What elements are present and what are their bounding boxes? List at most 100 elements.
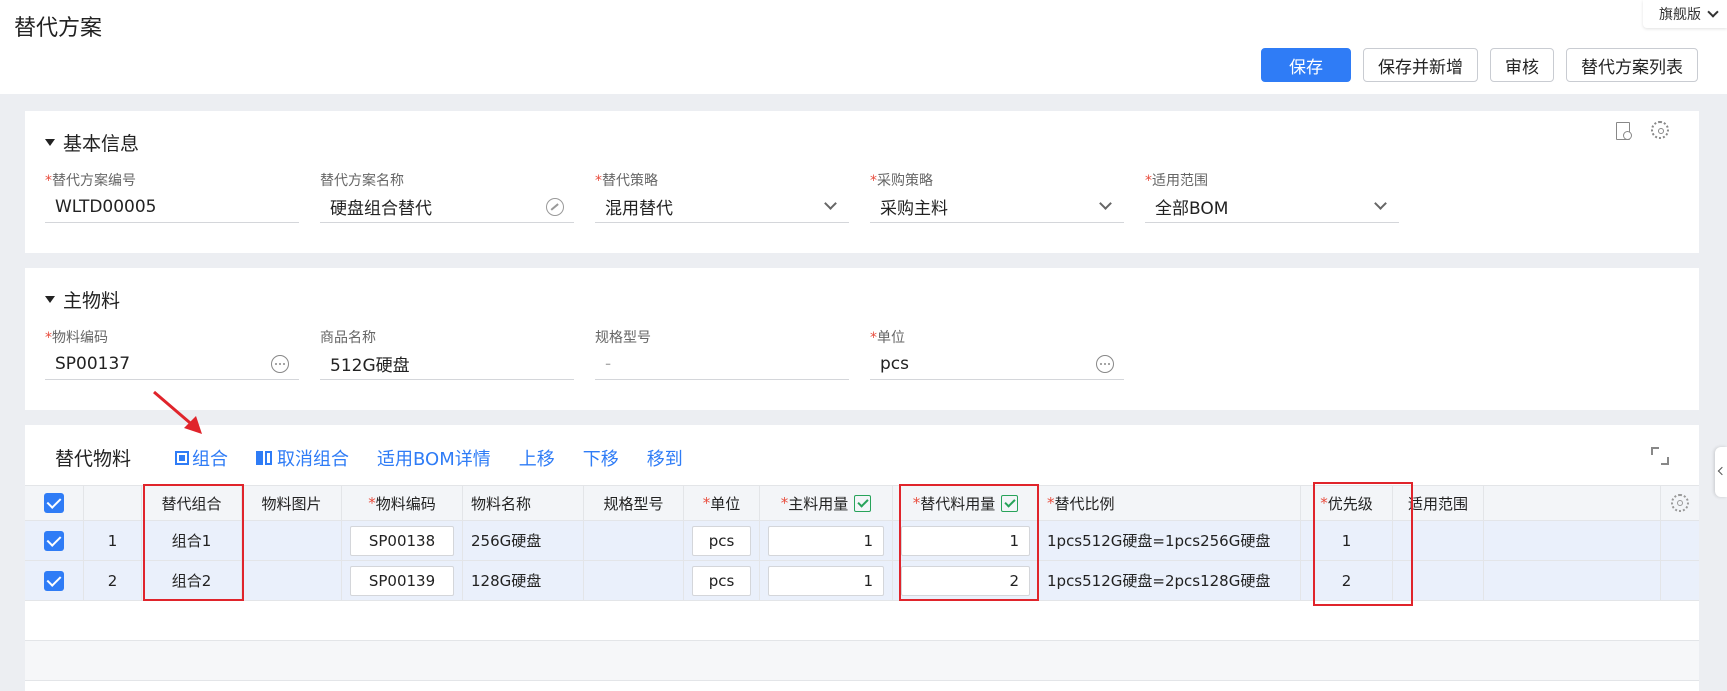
row-scope [1393,521,1484,560]
select-all-checkbox[interactable] [44,493,64,513]
more-icon[interactable] [271,354,289,373]
col-main-qty: 主料用量 [788,494,849,513]
row-group: 组合2 [142,561,242,600]
row-code-input[interactable]: SP00138 [350,525,454,556]
audit-button[interactable]: 审核 [1490,48,1554,82]
material-code-field: *物料编码 SP00137 [45,328,299,380]
spec-value: - [595,348,849,380]
scope-field: *适用范围 全部BOM [1145,171,1399,223]
plan-list-button[interactable]: 替代方案列表 [1566,48,1698,82]
plan-code-field: *替代方案编号 WLTD00005 [45,171,299,223]
edition-switcher[interactable]: 旗舰版 [1643,0,1727,28]
row-seq: 1 [84,521,142,560]
save-and-new-button[interactable]: 保存并新增 [1363,48,1478,82]
row-group: 组合1 [142,521,242,560]
row-unit-input[interactable]: pcs [692,565,751,596]
gear-icon[interactable] [1651,121,1669,139]
col-name: 物料名称 [463,486,584,520]
move-to-link[interactable]: 移到 [647,445,683,471]
batch-edit-icon[interactable] [1001,494,1019,512]
column-settings-icon[interactable] [1671,494,1689,512]
row-checkbox[interactable] [44,570,64,591]
row-image [242,521,342,560]
scope-select[interactable]: 全部BOM [1145,191,1399,223]
batch-edit-icon[interactable] [854,494,872,512]
substitute-title: 替代物料 [55,448,132,470]
row-name: 128G硬盘 [463,561,584,600]
ungroup-button[interactable]: 取消组合 [256,445,349,471]
edition-label: 旗舰版 [1659,7,1701,23]
plan-name-field: 替代方案名称 硬盘组合替代 [320,171,574,223]
move-up-link[interactable]: 上移 [519,445,555,471]
save-button[interactable]: 保存 [1261,48,1351,82]
strategy-label: 替代策略 [602,173,658,189]
col-priority: 优先级 [1327,494,1373,513]
page-title: 替代方案 [14,16,103,41]
arrow-annotation [153,390,202,434]
row-main-qty-input[interactable]: 1 [768,525,884,556]
card-tools [1613,121,1669,141]
row-priority[interactable]: 2 [1301,561,1393,600]
move-down-link[interactable]: 下移 [583,445,619,471]
col-ratio: 替代比例 [1054,494,1115,513]
more-icon[interactable] [1096,354,1114,373]
product-name-field: 商品名称 512G硬盘 [320,328,574,380]
group-button[interactable]: 组合 [175,445,228,471]
spec-label: 规格型号 [595,330,651,346]
table-row[interactable]: 1 组合1 SP00138 256G硬盘 pcs 1 1 1pcs512G硬盘=… [25,521,1699,561]
basic-info-title: 基本信息 [63,133,140,155]
col-sub-qty: 替代料用量 [920,494,996,513]
row-seq: 2 [84,561,142,600]
expand-icon[interactable] [1651,447,1669,465]
purchase-strategy-label: 采购策略 [877,173,933,189]
col-spec: 规格型号 [584,486,684,520]
purchase-strategy-select[interactable]: 采购主料 [870,191,1124,223]
row-image [242,561,342,600]
row-main-qty-input[interactable]: 1 [768,565,884,596]
row-unit-input[interactable]: pcs [692,525,751,556]
caret-down-icon [45,139,55,146]
strategy-select[interactable]: 混用替代 [595,191,849,223]
chevron-down-icon [1707,6,1719,18]
scope-label: 适用范围 [1152,173,1208,189]
row-sub-qty-input[interactable]: 1 [901,525,1030,556]
chevron-down-icon [1374,197,1387,210]
row-checkbox[interactable] [44,530,64,551]
substitute-header: 替代物料 组合 取消组合 适用BOM详情 上移 下移 移到 [25,425,1699,485]
unit-input[interactable]: pcs [870,348,1124,380]
empty-row [25,641,1699,681]
unit-label: 单位 [877,330,905,346]
bom-detail-link[interactable]: 适用BOM详情 [377,445,491,471]
side-collapse-tab[interactable] [1715,447,1727,497]
col-unit: 单位 [710,494,741,513]
row-priority[interactable]: 1 [1301,521,1393,560]
product-name-label: 商品名称 [320,330,376,346]
plan-name-label: 替代方案名称 [320,173,404,189]
unit-field: *单位 pcs [870,328,1124,380]
grid-header: 替代组合 物料图片 * 物料编码 物料名称 规格型号 * 单位 * 主料用量 * 替代料… [25,485,1699,521]
empty-row [25,601,1699,641]
ungroup-icon [256,451,274,465]
row-ratio: 1pcs512G硬盘=1pcs256G硬盘 [1039,521,1301,560]
row-code-input[interactable]: SP00139 [350,565,454,596]
col-group: 替代组合 [142,486,242,520]
chevron-down-icon [1099,197,1112,210]
basic-info-toggle[interactable]: 基本信息 [45,129,139,156]
main-material-card: 主物料 *物料编码 SP00137 商品名称 512G硬盘 规格型号 - *单位… [25,268,1699,410]
plan-name-input[interactable]: 硬盘组合替代 [320,191,574,223]
row-spec [584,561,684,600]
table-row[interactable]: 2 组合2 SP00139 128G硬盘 pcs 1 2 1pcs512G硬盘=… [25,561,1699,601]
doc-settings-icon[interactable] [1613,121,1633,141]
spec-field: 规格型号 - [595,328,849,380]
plan-code-label: 替代方案编号 [52,173,136,189]
main-material-toggle[interactable]: 主物料 [45,286,120,313]
row-spec [584,521,684,560]
purchase-strategy-field: *采购策略 采购主料 [870,171,1124,223]
col-image: 物料图片 [242,486,342,520]
plan-code-input[interactable]: WLTD00005 [45,191,299,223]
row-sub-qty-input[interactable]: 2 [901,565,1030,596]
material-code-input[interactable]: SP00137 [45,348,299,380]
strategy-field: *替代策略 混用替代 [595,171,849,223]
refresh-icon[interactable] [546,197,564,216]
group-icon [175,451,189,465]
